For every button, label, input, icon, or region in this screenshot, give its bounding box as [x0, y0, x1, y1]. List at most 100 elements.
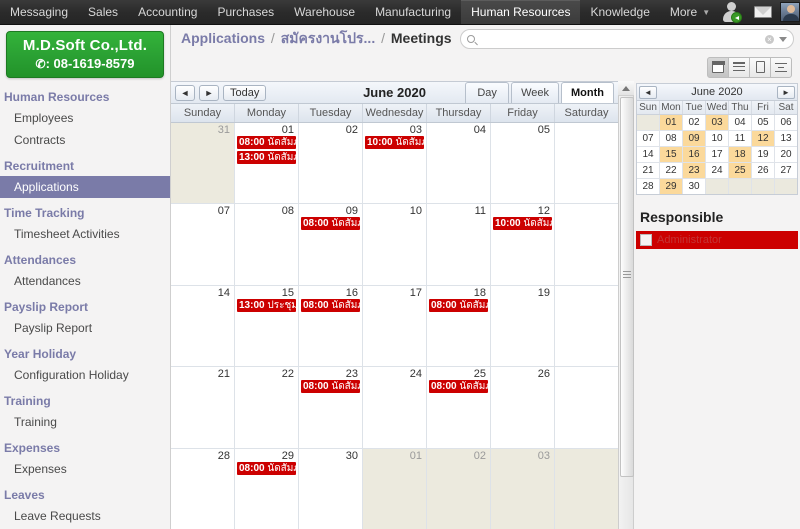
calendar-scrollbar[interactable] [618, 81, 634, 529]
menu-item-purchases[interactable]: Purchases [207, 0, 284, 24]
mini-day-cell[interactable]: 27 [775, 163, 797, 178]
mini-calendar-prev-button[interactable]: ◄ [639, 85, 657, 99]
calendar-day-cell[interactable] [555, 367, 618, 448]
calendar-day-cell[interactable]: 05 [491, 123, 555, 204]
avatar[interactable] [780, 2, 800, 22]
mini-day-cell[interactable]: 22 [660, 163, 683, 178]
gantt-view-button[interactable] [770, 56, 792, 78]
calendar-day-cell[interactable]: 0310:00 นัดสัมภ [363, 123, 427, 204]
mini-day-cell[interactable]: 25 [729, 163, 752, 178]
calendar-event[interactable]: 08:00 นัดสัมภ [301, 380, 360, 394]
mini-day-cell[interactable]: 07 [637, 131, 660, 146]
calendar-day-cell[interactable]: 10 [363, 204, 427, 285]
mini-day-cell[interactable]: 24 [706, 163, 729, 178]
scroll-up-button[interactable] [618, 81, 634, 96]
sidebar-item-payslip-report[interactable]: Payslip Report [0, 317, 170, 339]
mini-day-cell[interactable]: 03 [706, 115, 729, 130]
menu-item-more[interactable]: More ▼ [660, 0, 720, 24]
calendar-day-cell[interactable]: 1210:00 นัดสัมภ [491, 204, 555, 285]
calendar-event[interactable]: 08:00 นัดสัมภ [429, 298, 488, 312]
calendar-day-cell[interactable]: 28 [171, 448, 235, 529]
calendar-day-cell[interactable]: 2908:00 นัดสัมภ [235, 448, 299, 529]
mini-day-cell[interactable]: 08 [660, 131, 683, 146]
calendar-event[interactable]: 08:00 นัดสัมภ [301, 298, 360, 312]
sidebar-item-configuration-holiday[interactable]: Configuration Holiday [0, 364, 170, 386]
calendar-day-cell[interactable]: 07 [171, 204, 235, 285]
sidebar-item-expenses[interactable]: Expenses [0, 458, 170, 480]
calendar-day-cell[interactable]: 26 [491, 367, 555, 448]
responsible-checkbox[interactable] [640, 234, 652, 246]
calendar-day-cell[interactable]: 24 [363, 367, 427, 448]
calendar-day-cell[interactable]: 22 [235, 367, 299, 448]
mini-day-cell[interactable]: 13 [775, 131, 797, 146]
calendar-day-cell[interactable]: 2308:00 นัดสัมภ [299, 367, 363, 448]
calendar-day-cell[interactable]: 08 [235, 204, 299, 285]
mail-icon[interactable] [754, 6, 773, 18]
mini-day-cell[interactable]: 11 [729, 131, 752, 146]
calendar-event[interactable]: 13:00 ประชุม, [237, 298, 296, 312]
mini-day-cell[interactable]: 30 [683, 179, 706, 194]
calendar-prev-button[interactable]: ◄ [175, 84, 195, 101]
range-button-day[interactable]: Day [465, 82, 510, 103]
mini-day-cell[interactable]: 09 [683, 131, 706, 146]
mini-day-cell[interactable]: 21 [637, 163, 660, 178]
mini-day-cell[interactable]: 29 [660, 179, 683, 194]
mini-day-cell[interactable]: 14 [637, 147, 660, 162]
calendar-day-cell[interactable]: 19 [491, 285, 555, 367]
calendar-today-button[interactable]: Today [223, 84, 267, 101]
menu-item-manufacturing[interactable]: Manufacturing [365, 0, 461, 24]
sidebar-item-leave-requests[interactable]: Leave Requests [0, 505, 170, 527]
sidebar-item-attendances[interactable]: Attendances [0, 270, 170, 292]
mini-day-cell[interactable]: 04 [729, 115, 752, 130]
calendar-day-cell[interactable]: 31 [171, 123, 235, 204]
list-view-button[interactable] [728, 56, 750, 78]
breadcrumb-middle[interactable]: สมัครงานโปร... [281, 30, 376, 46]
mini-day-cell[interactable]: 02 [683, 115, 706, 130]
mini-day-cell[interactable]: 15 [660, 147, 683, 162]
mini-day-cell[interactable]: 26 [752, 163, 775, 178]
search-input[interactable] [474, 31, 765, 47]
calendar-day-cell[interactable]: 01 [363, 448, 427, 529]
sidebar-item-applications[interactable]: Applications [0, 176, 170, 198]
calendar-day-cell[interactable]: 1513:00 ประชุม, [235, 285, 299, 367]
menu-item-sales[interactable]: Sales [78, 0, 128, 24]
calendar-day-cell[interactable]: 30 [299, 448, 363, 529]
breadcrumb-root[interactable]: Applications [181, 30, 265, 46]
kanban-view-button[interactable] [749, 56, 771, 78]
calendar-day-cell[interactable]: 04 [427, 123, 491, 204]
calendar-day-cell[interactable]: 21 [171, 367, 235, 448]
mini-day-cell[interactable]: 20 [775, 147, 797, 162]
mini-day-cell[interactable]: 05 [752, 115, 775, 130]
mini-day-cell[interactable]: 10 [706, 131, 729, 146]
calendar-day-cell[interactable]: 02 [427, 448, 491, 529]
calendar-day-cell[interactable]: 17 [363, 285, 427, 367]
sidebar-item-timesheet-activities[interactable]: Timesheet Activities [0, 223, 170, 245]
calendar-event[interactable]: 08:00 นัดสัมภ [429, 380, 488, 394]
menu-item-accounting[interactable]: Accounting [128, 0, 207, 24]
range-button-week[interactable]: Week [511, 82, 560, 103]
responsible-item[interactable]: Administrator [636, 231, 798, 249]
calendar-day-cell[interactable]: 0908:00 นัดสัมภ [299, 204, 363, 285]
calendar-day-cell[interactable]: 0108:00 นัดสัมภ13:00 นัดสัมภ [235, 123, 299, 204]
mini-day-cell[interactable]: 01 [660, 115, 683, 130]
calendar-event[interactable]: 08:00 นัดสัมภ [237, 461, 296, 475]
calendar-event[interactable]: 13:00 นัดสัมภ [237, 151, 296, 164]
calendar-day-cell[interactable]: 14 [171, 285, 235, 367]
scrollbar-thumb[interactable] [620, 97, 634, 477]
menu-item-messaging[interactable]: Messaging [0, 0, 78, 24]
mini-day-cell[interactable]: 19 [752, 147, 775, 162]
mini-day-cell[interactable]: 28 [637, 179, 660, 194]
calendar-day-cell[interactable] [555, 204, 618, 285]
sidebar-item-training[interactable]: Training [0, 411, 170, 433]
menu-item-human-resources[interactable]: Human Resources [461, 0, 581, 24]
mini-calendar-next-button[interactable]: ► [777, 85, 795, 99]
mini-day-cell[interactable]: 23 [683, 163, 706, 178]
search-box[interactable]: × [459, 29, 794, 49]
calendar-day-cell[interactable]: 02 [299, 123, 363, 204]
sidebar-item-employees[interactable]: Employees [0, 107, 170, 129]
mini-day-cell[interactable]: 06 [775, 115, 797, 130]
mini-day-cell[interactable]: 17 [706, 147, 729, 162]
calendar-event[interactable]: 08:00 นัดสัมภ [237, 136, 296, 149]
calendar-day-cell[interactable]: 1808:00 นัดสัมภ [427, 285, 491, 367]
calendar-day-cell[interactable]: 2508:00 นัดสัมภ [427, 367, 491, 448]
